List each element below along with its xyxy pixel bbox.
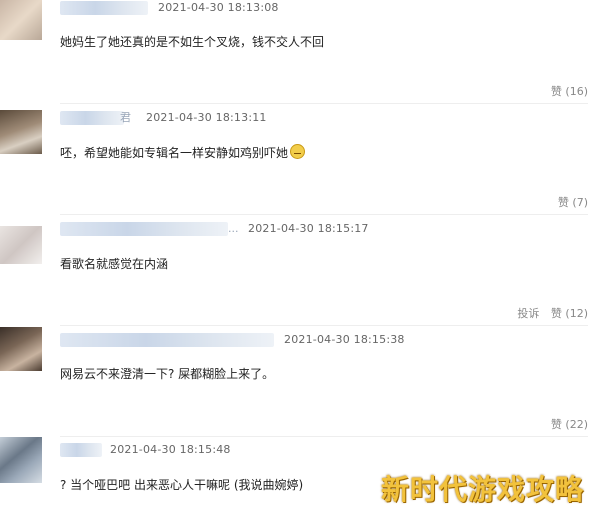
comment-timestamp: 2021-04-30 18:13:08	[158, 1, 279, 14]
grimace-emoji-icon	[290, 144, 306, 159]
avatar[interactable]	[0, 226, 42, 264]
watermark-logo: 新时代游戏攻略	[380, 473, 584, 506]
comment-timestamp: 2021-04-30 18:15:38	[284, 333, 405, 346]
like-button[interactable]: 赞 (22)	[551, 418, 588, 431]
like-button[interactable]: 赞 (7)	[558, 196, 588, 209]
username-suffix: ...	[228, 222, 239, 235]
username-blurred[interactable]	[60, 1, 148, 15]
divider	[60, 436, 588, 437]
comment-text-body: 呸，希望她能如专辑名一样安静如鸡别吓她	[60, 146, 289, 160]
avatar[interactable]	[0, 0, 42, 40]
comment-text: 呸，希望她能如专辑名一样安静如鸡别吓她	[60, 144, 306, 161]
report-button[interactable]: 投诉	[517, 307, 539, 320]
comment-actions: 投诉 赞 (12)	[509, 307, 588, 321]
comment-text: 看歌名就感觉在内涵	[60, 257, 169, 271]
comment-actions: 赞 (16)	[543, 85, 588, 99]
comment-timestamp: 2021-04-30 18:15:48	[110, 443, 231, 456]
like-button[interactable]: 赞 (12)	[551, 307, 588, 320]
comment-actions: 赞 (7)	[550, 196, 588, 210]
avatar[interactable]	[0, 327, 42, 371]
username-blurred[interactable]	[60, 111, 124, 125]
avatar[interactable]	[0, 110, 42, 154]
username-blurred[interactable]	[60, 222, 228, 236]
comment-text: 她妈生了她还真的是不如生个叉烧，钱不交人不回	[60, 35, 325, 49]
comment-timestamp: 2021-04-30 18:15:17	[248, 222, 369, 235]
comment-actions: 赞 (22)	[543, 418, 588, 432]
comment-text: 网易云不来澄清一下? 屎都糊脸上来了。	[60, 367, 275, 381]
divider	[60, 325, 588, 326]
username-blurred[interactable]	[60, 333, 274, 347]
avatar[interactable]	[0, 437, 42, 483]
username-suffix: 君	[120, 111, 131, 124]
like-button[interactable]: 赞 (16)	[551, 85, 588, 98]
username-blurred[interactable]	[60, 443, 102, 457]
divider	[60, 214, 588, 215]
comment-text: ? 当个哑巴吧 出来恶心人干嘛呢 (我说曲婉婷)	[60, 478, 304, 492]
divider	[60, 103, 588, 104]
comment-timestamp: 2021-04-30 18:13:11	[146, 111, 267, 124]
